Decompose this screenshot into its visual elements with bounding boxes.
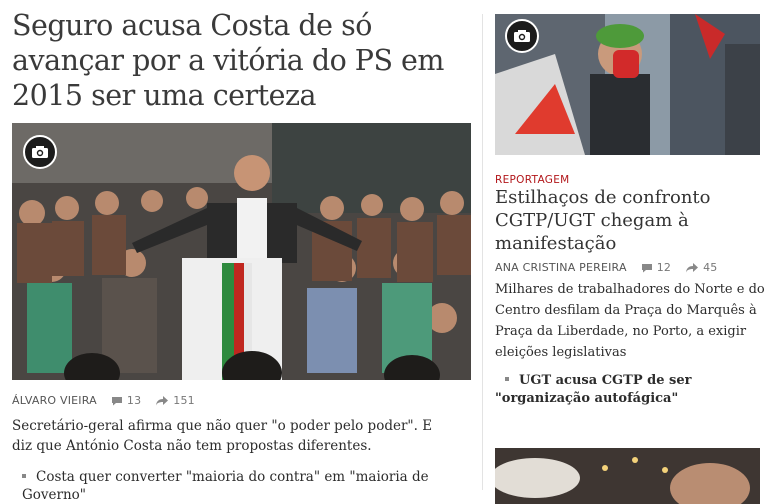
comment-bubble-icon (641, 263, 652, 272)
comment-bubble-icon (111, 396, 122, 405)
bullet-icon (505, 376, 509, 381)
next-photo-scene (495, 448, 760, 504)
shares-value: 151 (173, 394, 195, 407)
column-divider (482, 14, 483, 490)
camera-icon (514, 30, 530, 42)
comments-value: 13 (126, 394, 142, 407)
main-story-summary: Secretário-geral afirma que não quer "o … (12, 418, 433, 454)
author[interactable]: ÁLVARO VIEIRA (12, 394, 97, 407)
next-story-photo[interactable] (495, 448, 760, 504)
main-story-photo[interactable] (12, 123, 471, 380)
share-arrow-icon (156, 395, 169, 405)
camera-icon (32, 146, 48, 158)
shares-count[interactable]: 151 (155, 394, 195, 407)
side-story-photo[interactable] (495, 14, 760, 155)
side-story-meta: ANA CRISTINA PEREIRA 12 45 (495, 261, 718, 274)
related-link-text: Costa quer converter "maioria do contra"… (22, 469, 429, 503)
gallery-badge-side[interactable] (505, 19, 539, 53)
side-headline[interactable]: Estilhaços de confronto CGTP/UGT chegam … (495, 186, 735, 255)
shares-count[interactable]: 45 (685, 261, 717, 274)
section-kicker[interactable]: REPORTAGEM (495, 174, 570, 186)
comments-value: 12 (656, 261, 672, 274)
related-link-side[interactable]: UGT acusa CGTP de ser "organização autof… (495, 372, 765, 408)
share-arrow-icon (686, 262, 699, 272)
related-link-main[interactable]: Costa quer converter "maioria do contra"… (22, 468, 472, 504)
main-story-meta: ÁLVARO VIEIRA 13 151 (12, 394, 195, 407)
related-link-text: UGT acusa CGTP de ser "organização autof… (495, 373, 692, 406)
author[interactable]: ANA CRISTINA PEREIRA (495, 261, 627, 274)
comments-count[interactable]: 12 (641, 261, 671, 274)
shares-value: 45 (703, 261, 718, 274)
comments-count[interactable]: 13 (111, 394, 141, 407)
bullet-icon (22, 473, 26, 478)
gallery-badge[interactable] (23, 135, 57, 169)
main-headline[interactable]: Seguro acusa Costa de só avançar por a v… (12, 8, 472, 113)
side-story-summary: Milhares de trabalhadores do Norte e do … (495, 282, 765, 360)
main-photo-scene (12, 123, 471, 380)
